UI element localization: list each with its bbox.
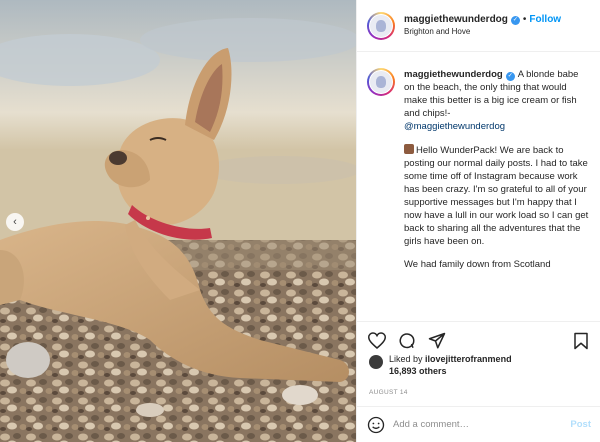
header-username[interactable]: maggiethewunderdog [404, 14, 508, 27]
separator: • [522, 14, 527, 26]
post-details-panel: maggiethewunderdog ✓ • Follow Brighton a… [356, 0, 600, 442]
caption-paragraph-text: We had family down from Scotland [404, 259, 551, 271]
likes-count[interactable]: 16,893 others [389, 366, 447, 376]
post-header: maggiethewunderdog ✓ • Follow Brighton a… [357, 0, 600, 52]
caption-avatar[interactable] [367, 68, 395, 96]
comment-bar: Post [357, 406, 600, 442]
location-link[interactable]: Brighton and Hove [404, 27, 561, 37]
liked-by-user[interactable]: ilovejitterofranmend [425, 354, 512, 364]
caption-mention-link[interactable]: @maggiethewunderdog [404, 121, 505, 132]
comment-icon[interactable] [397, 331, 417, 351]
post-date[interactable]: AUGUST 14 [369, 389, 408, 396]
liked-by-prefix: Liked by [389, 354, 423, 364]
emoji-icon [404, 143, 414, 154]
caption-paragraph: We had family down from Scotland [404, 258, 592, 271]
chevron-left-icon: ‹ [13, 216, 17, 228]
smiley-icon[interactable] [367, 416, 385, 434]
caption-paragraph-text: Hello WunderPack! We are back to posting… [404, 144, 589, 248]
bookmark-icon[interactable] [571, 331, 591, 351]
post-caption: maggiethewunderdog ✓ A blonde babe on the … [404, 68, 591, 134]
caption-username[interactable]: maggiethewunderdog [404, 69, 503, 80]
share-icon[interactable] [427, 331, 447, 351]
follow-button[interactable]: Follow [529, 14, 561, 27]
profile-avatar[interactable] [367, 11, 395, 40]
verified-badge-icon: ✓ [510, 16, 520, 25]
post-comment-button[interactable]: Post [570, 419, 591, 430]
liker-avatar[interactable] [369, 355, 383, 369]
caption-paragraph: Hello WunderPack! We are back to posting… [404, 143, 592, 249]
post-photo: ‹ [0, 0, 356, 442]
carousel-prev-button[interactable]: ‹ [6, 213, 24, 231]
likes-summary: Liked by ilovejitterofranmend 16,893 oth… [369, 354, 594, 377]
comments-section: maggiethewunderdog ✓ A blonde babe on the … [357, 60, 600, 318]
verified-badge-icon: ✓ [505, 71, 515, 81]
heart-icon[interactable] [367, 331, 387, 351]
dog-on-beach-image [0, 0, 356, 442]
comment-input[interactable] [393, 419, 571, 430]
